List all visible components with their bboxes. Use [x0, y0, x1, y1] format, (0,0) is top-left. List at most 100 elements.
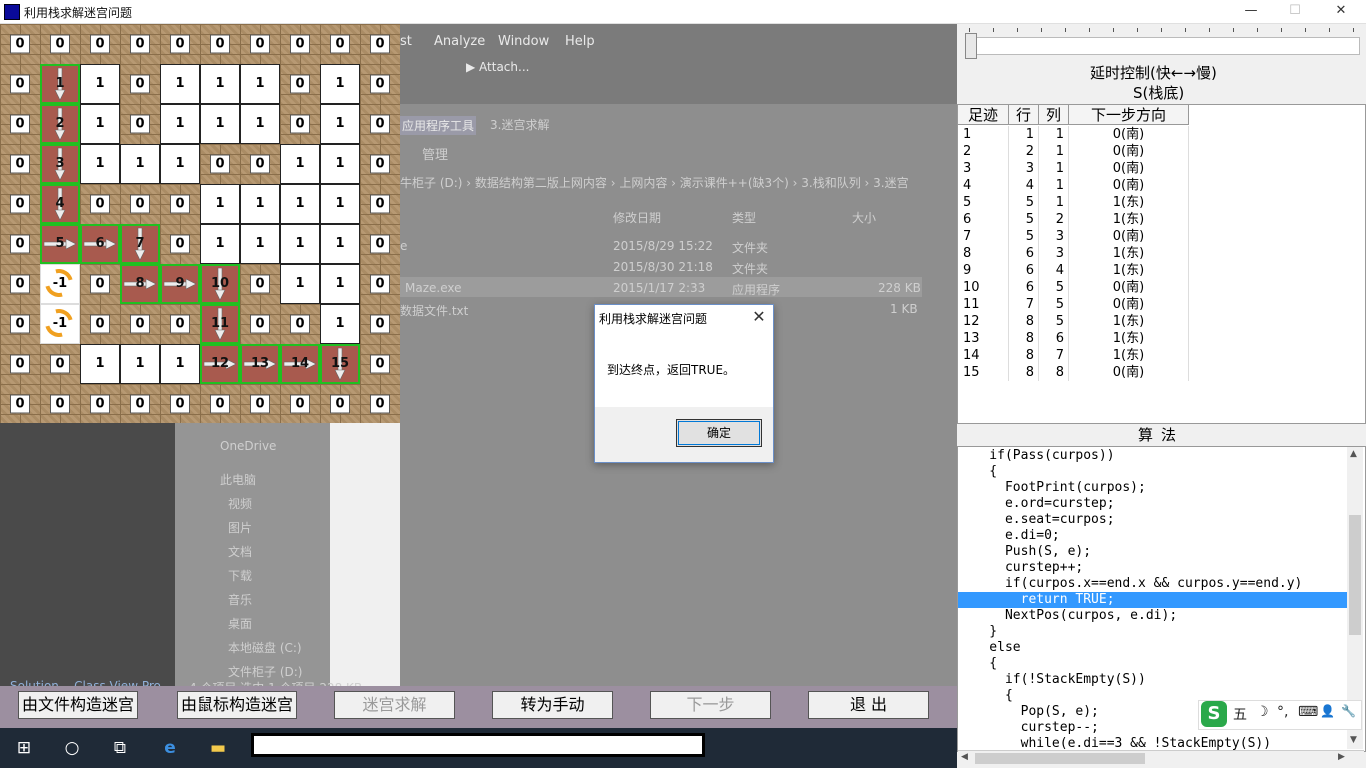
table-row[interactable]: 10 6 5 0(南): [958, 279, 1365, 296]
maze-wall-cell[interactable]: 0: [0, 64, 40, 104]
maze-wall-cell[interactable]: 0: [320, 384, 360, 424]
table-row[interactable]: 8 6 3 1(东): [958, 245, 1365, 262]
maze-wall-cell[interactable]: 0: [40, 384, 80, 424]
table-row[interactable]: 7 5 3 0(南): [958, 228, 1365, 245]
maze-open-cell[interactable]: 1: [80, 344, 120, 384]
maze-wall-cell[interactable]: 0: [0, 184, 40, 224]
maze-wall-cell[interactable]: 0: [160, 224, 200, 264]
maze-wall-cell[interactable]: 0: [360, 224, 400, 264]
ime-logo-icon[interactable]: S: [1201, 701, 1227, 727]
maze-wall-cell[interactable]: 0: [40, 24, 80, 64]
maze-wall-cell[interactable]: 0: [120, 304, 160, 344]
minimize-button[interactable]: —: [1228, 0, 1274, 23]
maze-wall-cell[interactable]: 0: [320, 24, 360, 64]
maze-wall-cell[interactable]: 0: [120, 24, 160, 64]
maze-open-cell[interactable]: 1: [320, 144, 360, 184]
scroll-up-icon[interactable]: ▲: [1350, 449, 1357, 459]
build-by-mouse-button[interactable]: 由鼠标构造迷宫: [177, 691, 297, 719]
maze-path-cell[interactable]: 12: [200, 344, 240, 384]
maze-wall-cell[interactable]: 0: [0, 104, 40, 144]
delay-slider-thumb[interactable]: [965, 33, 977, 59]
maze-wall-cell[interactable]: 0: [240, 384, 280, 424]
maze-wall-cell[interactable]: 0: [160, 184, 200, 224]
maze-path-cell[interactable]: 14: [280, 344, 320, 384]
maze-wall-cell[interactable]: 0: [240, 264, 280, 304]
table-row[interactable]: 6 5 2 1(东): [958, 211, 1365, 228]
maze-wall-cell[interactable]: 0: [360, 344, 400, 384]
close-button[interactable]: ✕: [1318, 0, 1364, 23]
maze-wall-cell[interactable]: 0: [280, 104, 320, 144]
maze-wall-cell[interactable]: 0: [0, 24, 40, 64]
maze-open-cell[interactable]: 1: [320, 264, 360, 304]
next-step-button[interactable]: 下一步: [650, 691, 771, 719]
table-row[interactable]: 5 5 1 1(东): [958, 194, 1365, 211]
maze-wall-cell[interactable]: 0: [360, 304, 400, 344]
maze-wall-cell[interactable]: 0: [80, 304, 120, 344]
ime-user-icon[interactable]: 👤: [1320, 704, 1335, 718]
maze-open-cell[interactable]: 1: [320, 64, 360, 104]
maze-open-cell[interactable]: 1: [200, 64, 240, 104]
maze-open-cell[interactable]: 1: [160, 64, 200, 104]
column-header-direction[interactable]: 下一步方向: [1069, 105, 1189, 125]
scroll-right-icon[interactable]: ▶: [1338, 752, 1345, 762]
maze-path-cell[interactable]: 2: [40, 104, 80, 144]
maze-wall-cell[interactable]: 0: [160, 384, 200, 424]
maze-wall-cell[interactable]: 0: [120, 384, 160, 424]
maze-open-cell[interactable]: 1: [160, 104, 200, 144]
maze-wall-cell[interactable]: 0: [0, 224, 40, 264]
maze-wall-cell[interactable]: 0: [360, 24, 400, 64]
table-row[interactable]: 1 1 1 0(南): [958, 126, 1365, 143]
table-row[interactable]: 3 3 1 0(南): [958, 160, 1365, 177]
maze-open-cell[interactable]: 1: [200, 104, 240, 144]
maze-open-cell[interactable]: 1: [320, 104, 360, 144]
maze-open-cell[interactable]: 1: [320, 184, 360, 224]
maze-wall-cell[interactable]: 0: [160, 24, 200, 64]
maze-path-cell[interactable]: 13: [240, 344, 280, 384]
maze-wall-cell[interactable]: 0: [0, 384, 40, 424]
maze-open-cell[interactable]: 1: [80, 64, 120, 104]
column-header-col[interactable]: 列: [1039, 105, 1069, 125]
maze-wall-cell[interactable]: 0: [80, 24, 120, 64]
maze-wall-cell[interactable]: 0: [200, 144, 240, 184]
maze-path-cell[interactable]: 15: [320, 344, 360, 384]
table-row[interactable]: 4 4 1 0(南): [958, 177, 1365, 194]
maze-dead-end-cell[interactable]: -1: [39, 303, 80, 344]
code-hscroll-thumb[interactable]: [975, 753, 1145, 764]
table-row[interactable]: 13 8 6 1(东): [958, 330, 1365, 347]
task-view-icon[interactable]: ⧉: [109, 738, 131, 758]
maze-path-cell[interactable]: 1: [40, 64, 80, 104]
scroll-down-icon[interactable]: ▼: [1350, 735, 1357, 745]
maze-open-cell[interactable]: 1: [200, 184, 240, 224]
maze-wall-cell[interactable]: 0: [280, 24, 320, 64]
scroll-left-icon[interactable]: ◀: [961, 752, 968, 762]
maze-open-cell[interactable]: 1: [160, 344, 200, 384]
maze-path-cell[interactable]: 11: [200, 304, 240, 344]
maze-open-cell[interactable]: 1: [160, 144, 200, 184]
maze-wall-cell[interactable]: 0: [360, 64, 400, 104]
maze-open-cell[interactable]: 1: [240, 104, 280, 144]
maze-wall-cell[interactable]: 0: [240, 24, 280, 64]
ime-keyboard-icon[interactable]: ⌨: [1298, 704, 1318, 720]
maze-wall-cell[interactable]: 0: [120, 104, 160, 144]
column-header-row[interactable]: 行: [1009, 105, 1039, 125]
maze-wall-cell[interactable]: 0: [0, 264, 40, 304]
maze-open-cell[interactable]: 1: [240, 64, 280, 104]
maze-path-cell[interactable]: 9: [160, 264, 200, 304]
taskbar-input-field[interactable]: [251, 733, 705, 757]
column-header-footprint[interactable]: 足迹: [958, 105, 1009, 125]
maze-open-cell[interactable]: 1: [120, 144, 160, 184]
maze-wall-cell[interactable]: 0: [360, 144, 400, 184]
maze-wall-cell[interactable]: 0: [240, 304, 280, 344]
maze-wall-cell[interactable]: 0: [360, 184, 400, 224]
code-scroll-thumb[interactable]: [1349, 515, 1361, 635]
ime-mode-icon[interactable]: 五: [1233, 704, 1247, 724]
ime-settings-icon[interactable]: 🔧: [1341, 704, 1356, 718]
table-row[interactable]: 12 8 5 1(东): [958, 313, 1365, 330]
ime-punct-icon[interactable]: °,: [1277, 704, 1288, 720]
maze-path-cell[interactable]: 6: [80, 224, 120, 264]
maze-wall-cell[interactable]: 0: [80, 384, 120, 424]
maze-open-cell[interactable]: 1: [120, 344, 160, 384]
maze-wall-cell[interactable]: 0: [280, 304, 320, 344]
table-row[interactable]: 2 2 1 0(南): [958, 143, 1365, 160]
table-row[interactable]: 14 8 7 1(东): [958, 347, 1365, 364]
